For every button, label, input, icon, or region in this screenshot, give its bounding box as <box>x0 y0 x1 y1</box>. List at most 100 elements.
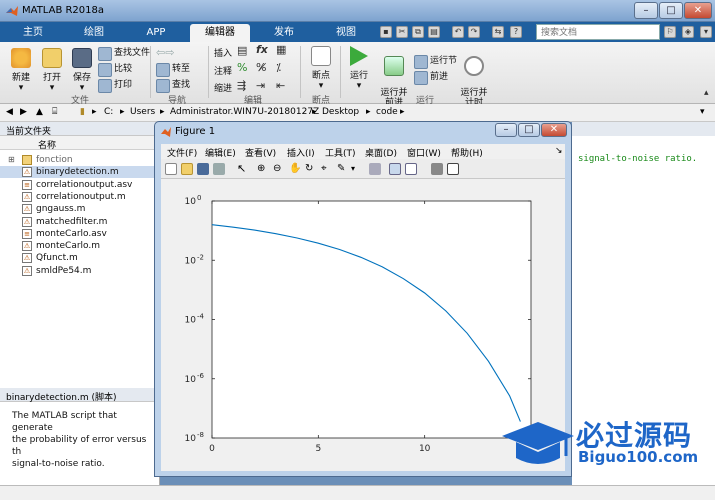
file-item[interactable]: ⚠ Qfunct.m <box>0 252 160 264</box>
tab-view[interactable]: 视图 <box>318 24 374 42</box>
increase-indent-icon[interactable]: ⇥ <box>256 79 265 92</box>
zoom-out-icon[interactable]: ⊖ <box>273 163 285 175</box>
figure-minimize-button[interactable]: – <box>495 123 517 137</box>
search-input[interactable] <box>536 24 660 40</box>
back-icon[interactable]: ⇦⇨ <box>156 46 174 59</box>
save-quick-icon[interactable]: ▪ <box>380 26 392 38</box>
browse-folder-icon[interactable]: ⌸ <box>52 107 57 117</box>
indent-button[interactable]: 缩进 <box>214 81 232 94</box>
print-button[interactable]: 打印 <box>98 78 132 93</box>
goto-button[interactable]: 转至 <box>156 62 190 77</box>
pan-hand-icon[interactable]: ✋ <box>289 163 301 175</box>
tab-home[interactable]: 主页 <box>8 24 58 42</box>
open-file-icon[interactable] <box>181 163 193 175</box>
insert-legend-icon[interactable] <box>405 163 417 175</box>
file-item[interactable]: ⚠ matchedfilter.m <box>0 216 160 228</box>
file-item[interactable]: ≡ correlationoutput.asv <box>0 179 160 191</box>
path-dropdown-icon[interactable]: ▾ <box>700 107 705 117</box>
undo-icon[interactable]: ↶ <box>452 26 464 38</box>
cut-quick-icon[interactable]: ✂ <box>396 26 408 38</box>
breakpoints-button[interactable]: 断点 ▾ <box>306 46 336 91</box>
menu-tools[interactable]: 工具(T) <box>325 146 356 159</box>
brush-icon[interactable]: ✎ <box>337 163 349 175</box>
path-segment[interactable]: Administrator.WIN7U-20180127Z <box>170 107 319 117</box>
new-figure-icon[interactable] <box>165 163 177 175</box>
tab-editor[interactable]: 编辑器 <box>190 24 250 42</box>
ribbon-collapse-icon[interactable]: ▴ <box>704 88 709 98</box>
file-item[interactable]: ⚠ correlationoutput.m <box>0 191 160 203</box>
comment-button[interactable]: 注释 <box>214 64 232 77</box>
file-item[interactable]: ⚠ smldPe54.m <box>0 265 160 277</box>
path-segment[interactable]: Users <box>130 107 155 117</box>
menu-edit[interactable]: 编辑(E) <box>205 146 236 159</box>
menu-file[interactable]: 文件(F) <box>167 146 197 159</box>
ribbon-expand-icon[interactable]: ▾ <box>700 26 712 38</box>
compare-button[interactable]: 比较 <box>98 62 132 77</box>
show-plot-tools-icon[interactable] <box>447 163 459 175</box>
switch-windows-icon[interactable]: ⇆ <box>492 26 504 38</box>
menu-help[interactable]: 帮助(H) <box>451 146 483 159</box>
tab-apps[interactable]: APP <box>128 24 184 42</box>
menu-view[interactable]: 查看(V) <box>245 146 276 159</box>
open-button[interactable]: 打开 ▾ <box>38 48 66 93</box>
save-button[interactable]: 保存 ▾ <box>68 48 96 93</box>
maximize-button[interactable]: □ <box>659 2 683 19</box>
brush-dropdown-icon[interactable]: ▾ <box>351 163 363 175</box>
insert-colorbar-icon[interactable] <box>389 163 401 175</box>
tab-plots[interactable]: 绘图 <box>66 24 122 42</box>
path-segment[interactable]: Desktop <box>322 107 359 117</box>
menu-window[interactable]: 窗口(W) <box>407 146 441 159</box>
path-segment[interactable]: code <box>376 107 398 117</box>
run-section-button[interactable]: 运行节 <box>414 54 457 69</box>
file-item[interactable]: ⚠ monteCarlo.m <box>0 240 160 252</box>
command-window[interactable]: signal-to-noise ratio. <box>572 122 715 388</box>
find-files-button[interactable]: 查找文件 <box>98 46 150 61</box>
file-item[interactable]: ≡ monteCarlo.asv <box>0 228 160 240</box>
run-and-time-button[interactable]: 运行并 计时 <box>456 46 492 108</box>
back-nav-icon[interactable]: ◀ <box>6 107 13 117</box>
tab-publish[interactable]: 发布 <box>256 24 312 42</box>
expand-icon[interactable]: ⊞ <box>8 154 15 166</box>
notification-icon[interactable]: ⚐ <box>664 26 676 38</box>
comment-percent-icon[interactable]: % <box>237 61 247 74</box>
smart-indent-icon[interactable]: ⇶ <box>237 79 246 92</box>
new-button[interactable]: 新建 ▾ <box>6 48 36 93</box>
run-button[interactable]: 运行 ▾ <box>344 46 374 91</box>
up-folder-icon[interactable]: ▲ <box>36 107 43 117</box>
copy-quick-icon[interactable]: ⧉ <box>412 26 424 38</box>
hide-plot-tools-icon[interactable] <box>431 163 443 175</box>
fx-icon[interactable]: fx <box>256 43 268 56</box>
run-and-advance-button[interactable]: 运行并 前进 <box>378 46 410 108</box>
file-item[interactable]: ⚠ gngauss.m <box>0 203 160 215</box>
pointer-icon[interactable]: ↖ <box>237 163 249 175</box>
paste-quick-icon[interactable]: ▤ <box>428 26 440 38</box>
menu-insert[interactable]: 插入(I) <box>287 146 315 159</box>
menu-dock-icon[interactable]: ↘ <box>555 146 563 156</box>
name-column-header[interactable]: 名称 <box>0 136 159 151</box>
print-figure-icon[interactable] <box>213 163 225 175</box>
insert-section-icon[interactable]: ▤ <box>237 44 247 57</box>
file-item[interactable]: ⚠ binarydetection.m <box>0 166 160 179</box>
find-button[interactable]: 查找 <box>156 78 190 93</box>
minimize-button[interactable]: – <box>634 2 658 19</box>
community-icon[interactable]: ◈ <box>682 26 694 38</box>
data-cursor-icon[interactable]: ⌖ <box>321 163 333 175</box>
insert-more-icon[interactable]: ▦ <box>276 43 286 56</box>
uncomment-icon[interactable]: %̸ <box>256 61 266 74</box>
link-plot-icon[interactable] <box>369 163 381 175</box>
menu-desktop[interactable]: 桌面(D) <box>365 146 397 159</box>
advance-button[interactable]: 前进 <box>414 70 448 85</box>
figure-maximize-button[interactable]: □ <box>518 123 540 137</box>
wrap-comments-icon[interactable]: ⁒ <box>276 61 281 74</box>
zoom-in-icon[interactable]: ⊕ <box>257 163 269 175</box>
figure-close-button[interactable]: ✕ <box>541 123 567 137</box>
close-button[interactable]: ✕ <box>684 2 712 19</box>
forward-nav-icon[interactable]: ▶ <box>20 107 27 117</box>
decrease-indent-icon[interactable]: ⇤ <box>276 79 285 92</box>
rotate-3d-icon[interactable]: ↻ <box>305 163 317 175</box>
folder-item[interactable]: ⊞ fonction <box>0 154 160 166</box>
save-figure-icon[interactable] <box>197 163 209 175</box>
redo-icon[interactable]: ↷ <box>468 26 480 38</box>
insert-button[interactable]: 插入 <box>214 46 232 59</box>
help-quick-icon[interactable]: ? <box>510 26 522 38</box>
